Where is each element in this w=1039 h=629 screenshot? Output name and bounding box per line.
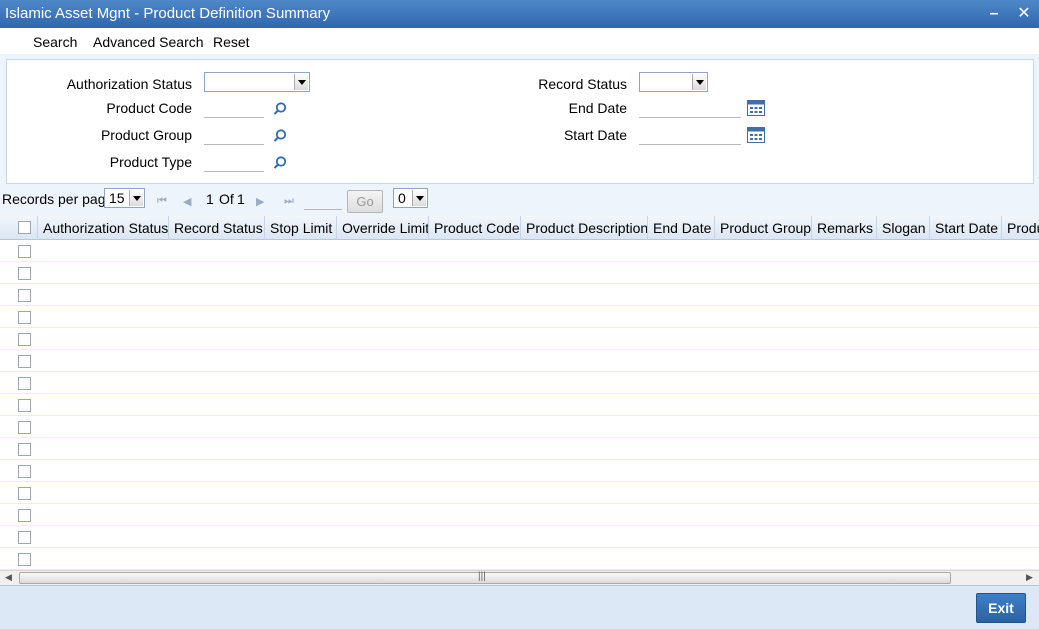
end-date-input[interactable] — [639, 98, 741, 118]
table-row[interactable] — [0, 438, 1039, 460]
row-checkbox[interactable] — [18, 267, 31, 280]
page-extra-select[interactable]: 0 — [393, 188, 428, 208]
start-date-label: Start Date — [563, 127, 627, 143]
column-header[interactable]: Product Code — [429, 216, 521, 240]
results-grid: Authorization Status Record Status Stop … — [0, 216, 1039, 570]
goto-page-input[interactable] — [304, 190, 342, 210]
product-type-input[interactable] — [204, 152, 264, 172]
table-row[interactable] — [0, 240, 1039, 262]
footer-bar: Exit — [0, 585, 1039, 629]
column-header[interactable]: Override Limit — [337, 216, 429, 240]
scroll-right-icon[interactable]: ▶ — [1026, 572, 1033, 583]
minimize-icon[interactable]: – — [985, 4, 1003, 24]
table-row[interactable] — [0, 548, 1039, 570]
column-header[interactable]: Product — [1002, 216, 1039, 240]
current-page: 1 — [206, 191, 214, 207]
record-status-label: Record Status — [538, 76, 627, 92]
calendar-icon[interactable] — [747, 100, 765, 116]
search-criteria-panel: Authorization Status Record Status Produ… — [6, 59, 1034, 184]
table-row[interactable] — [0, 328, 1039, 350]
product-code-label: Product Code — [106, 100, 192, 116]
row-checkbox[interactable] — [18, 289, 31, 302]
exit-button[interactable]: Exit — [976, 593, 1026, 623]
window-title: Islamic Asset Mgnt - Product Definition … — [5, 5, 331, 22]
column-header[interactable]: Product Group — [715, 216, 812, 240]
table-row[interactable] — [0, 504, 1039, 526]
table-row[interactable] — [0, 372, 1039, 394]
column-header[interactable]: End Date — [648, 216, 715, 240]
select-all-header — [0, 216, 38, 240]
table-row[interactable] — [0, 394, 1039, 416]
row-checkbox[interactable] — [18, 333, 31, 346]
authorization-status-select[interactable] — [204, 72, 310, 92]
row-checkbox[interactable] — [18, 443, 31, 456]
search-icon[interactable] — [272, 128, 288, 144]
product-type-label: Product Type — [109, 154, 192, 170]
pagination-bar: Records per page 15 ⏮ ◀ 1 Of 1 ▶ ⏭ 0 — [0, 186, 1039, 214]
chevron-down-icon — [692, 74, 706, 90]
column-header[interactable]: Start Date — [930, 216, 1002, 240]
calendar-icon[interactable] — [747, 127, 765, 143]
scroll-left-icon[interactable]: ◀ — [5, 572, 12, 583]
row-checkbox[interactable] — [18, 487, 31, 500]
of-label: Of — [219, 191, 234, 207]
row-checkbox[interactable] — [18, 421, 31, 434]
table-row[interactable] — [0, 460, 1039, 482]
column-header[interactable]: Remarks — [812, 216, 877, 240]
table-row[interactable] — [0, 306, 1039, 328]
column-header[interactable]: Product Description — [521, 216, 648, 240]
product-group-label: Product Group — [100, 127, 192, 143]
product-group-input[interactable] — [204, 125, 264, 145]
chevron-down-icon — [129, 190, 143, 206]
table-row[interactable] — [0, 526, 1039, 548]
column-header[interactable]: Stop Limit — [265, 216, 337, 240]
search-icon[interactable] — [272, 101, 288, 117]
table-row[interactable] — [0, 262, 1039, 284]
end-date-label: End Date — [568, 100, 627, 116]
last-page-icon[interactable]: ⏭ — [284, 195, 294, 208]
table-row[interactable] — [0, 350, 1039, 372]
row-checkbox[interactable] — [18, 465, 31, 478]
table-row[interactable] — [0, 482, 1039, 504]
product-code-input[interactable] — [204, 98, 264, 118]
go-button[interactable]: Go — [347, 190, 383, 213]
chevron-down-icon — [412, 190, 426, 206]
row-checkbox[interactable] — [18, 377, 31, 390]
record-status-select[interactable] — [639, 72, 708, 92]
records-per-page-label: Records per page — [2, 191, 114, 207]
row-checkbox[interactable] — [18, 245, 31, 258]
total-pages: 1 — [237, 191, 245, 207]
table-row[interactable] — [0, 416, 1039, 438]
column-header[interactable]: Slogan — [877, 216, 930, 240]
row-checkbox[interactable] — [18, 355, 31, 368]
title-bar: Islamic Asset Mgnt - Product Definition … — [0, 0, 1039, 28]
authorization-status-label: Authorization Status — [66, 76, 192, 92]
start-date-input[interactable] — [639, 125, 741, 145]
search-icon[interactable] — [272, 155, 288, 171]
chevron-down-icon — [294, 74, 308, 90]
reset-button[interactable]: Reset — [213, 34, 250, 50]
table-row[interactable] — [0, 284, 1039, 306]
horizontal-scrollbar[interactable]: ◀ ||| ▶ — [0, 570, 1039, 585]
records-per-page-select[interactable]: 15 — [104, 188, 145, 208]
row-checkbox[interactable] — [18, 399, 31, 412]
column-header[interactable]: Record Status — [169, 216, 265, 240]
previous-page-icon[interactable]: ◀ — [183, 195, 191, 208]
toolbar: Search Advanced Search Reset — [0, 28, 1039, 54]
grid-header: Authorization Status Record Status Stop … — [0, 216, 1039, 240]
scrollbar-thumb[interactable]: ||| — [19, 571, 951, 584]
select-all-checkbox[interactable] — [18, 221, 31, 234]
row-checkbox[interactable] — [18, 311, 31, 324]
advanced-search-button[interactable]: Advanced Search — [93, 34, 204, 50]
first-page-icon[interactable]: ⏮ — [157, 195, 167, 208]
search-button[interactable]: Search — [33, 34, 77, 50]
grip-icon: ||| — [478, 571, 486, 582]
close-icon[interactable]: ✕ — [1015, 4, 1033, 24]
row-checkbox[interactable] — [18, 509, 31, 522]
row-checkbox[interactable] — [18, 553, 31, 566]
row-checkbox[interactable] — [18, 531, 31, 544]
next-page-icon[interactable]: ▶ — [256, 195, 264, 208]
column-header[interactable]: Authorization Status — [38, 216, 169, 240]
